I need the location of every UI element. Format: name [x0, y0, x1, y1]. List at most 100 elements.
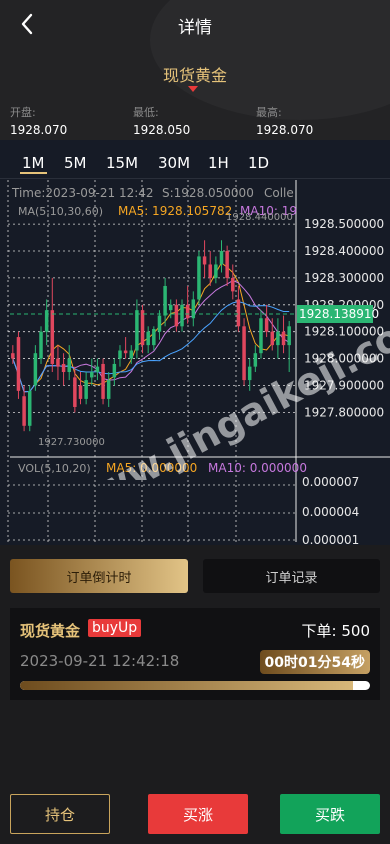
progress-bar [20, 681, 370, 690]
candle-body [27, 390, 32, 426]
info-time: Time:2023-09-21 12:42 [11, 186, 154, 200]
candle-body [202, 256, 207, 265]
stat-open-value: 1928.070 [10, 123, 68, 137]
tab-1m[interactable]: 1M [20, 154, 47, 174]
candle-body [123, 350, 128, 354]
vol-ma10: MA10: 0.000000 [208, 461, 307, 475]
vol-tick-2: 0.000004 [302, 505, 359, 519]
candle-body [78, 385, 83, 399]
tab-5m[interactable]: 5M [62, 154, 89, 172]
symbol-name[interactable]: 现货黄金 [0, 62, 390, 86]
info-s: S:1928.050000 [162, 186, 254, 200]
candle-body [236, 299, 241, 327]
candle-body [16, 337, 21, 391]
candlestick-chart[interactable]: Time:2023-09-21 12:42 S:1928.050000 Coll… [0, 180, 390, 545]
candle-body [208, 264, 212, 278]
price-tick: 1928.300000 [304, 271, 384, 285]
candle-body [197, 256, 201, 300]
candle-body [101, 363, 105, 399]
candle-body [95, 366, 100, 373]
order-product: 现货黄金 [20, 622, 81, 640]
candle-body [174, 304, 179, 327]
candle-body [33, 353, 38, 386]
candle-body [180, 304, 184, 327]
ma-lines [12, 262, 290, 393]
vol-ma5: MA5: 0.000000 [106, 461, 197, 475]
candle-body [22, 396, 26, 426]
candle-body [191, 299, 196, 319]
candle-body [219, 251, 224, 265]
price-tick: 1927.900000 [304, 378, 384, 392]
candle-body [90, 372, 94, 378]
candle-body [140, 310, 145, 346]
ma5-line [12, 262, 290, 393]
price-tick: 1928.100000 [304, 325, 384, 339]
countdown-badge: 00时01分54秒 [259, 650, 370, 674]
candle-body [106, 380, 111, 399]
hold-button[interactable]: 持仓 [10, 794, 110, 834]
candle-body [231, 277, 235, 292]
tab-1h[interactable]: 1H [206, 154, 231, 172]
vol-label: VOL(5,10,20) [18, 462, 91, 475]
stat-high-value: 1928.070 [256, 123, 314, 137]
candle-body [168, 304, 173, 311]
buy-down-button[interactable]: 买跌 [280, 794, 380, 834]
candle-body [264, 318, 269, 332]
candle-body [242, 326, 246, 381]
tab-15m[interactable]: 15M [104, 154, 140, 172]
stat-low-value: 1928.050 [133, 123, 191, 137]
candle-body [281, 331, 286, 346]
header: 详情 现货黄金 开盘: 1928.070 最低: 1928.050 最高: 19… [0, 0, 390, 140]
tab-1d[interactable]: 1D [246, 154, 271, 172]
order-amount-value: 500 [341, 622, 370, 640]
candle-body [11, 353, 15, 359]
candle-body [214, 264, 218, 278]
timeframe-divider [0, 178, 390, 179]
price-tick: 1928.400000 [304, 244, 384, 258]
candle-body [157, 315, 162, 332]
info-colle: Colle [264, 186, 294, 200]
countdown-tab-button[interactable]: 订单倒计时 [10, 559, 188, 593]
candle-body [84, 380, 88, 399]
price-tick: 1928.500000 [304, 217, 384, 231]
tab-30m[interactable]: 30M [156, 154, 192, 172]
candle-body [39, 331, 43, 359]
high-marker: 1928.440000 [226, 212, 293, 223]
vol-tick-3: 0.000001 [302, 533, 359, 545]
volume-grid [8, 484, 296, 541]
candle-body [247, 366, 252, 381]
stat-high-label: 最高: [256, 106, 282, 119]
candle-body [112, 363, 117, 378]
candle-body [253, 353, 258, 367]
order-time: 2023-09-21 12:42:18 [20, 652, 180, 670]
ma-label: MA(5,10,30,60) [18, 205, 103, 218]
price-tick: 1927.800000 [304, 405, 384, 419]
stat-low: 最低: 1928.050 [133, 104, 190, 137]
order-amount: 下单: 500 [302, 620, 370, 641]
direction-badge: buyUp [88, 619, 142, 637]
progress-fill [20, 681, 353, 690]
stat-low-label: 最低: [133, 106, 159, 119]
dropdown-triangle-icon[interactable] [188, 86, 198, 92]
candle-body [118, 350, 122, 359]
candle-body [163, 285, 167, 316]
records-tab-button[interactable]: 订单记录 [203, 559, 380, 593]
candle-body [152, 329, 156, 346]
candle-body [146, 331, 150, 346]
candle-body [73, 377, 77, 407]
candle-body [50, 310, 55, 364]
candle-body [135, 310, 139, 351]
candle-body [287, 326, 291, 346]
current-price: 1928.138910 [299, 307, 379, 321]
stat-open-label: 开盘: [10, 106, 36, 119]
candle-body [61, 363, 66, 373]
buy-up-button[interactable]: 买涨 [148, 794, 248, 834]
candle-body [270, 331, 275, 346]
candle-body [56, 358, 60, 367]
order-amount-label: 下单: [301, 622, 337, 640]
candle-body [67, 358, 71, 373]
candle-body [225, 251, 229, 278]
stat-open: 开盘: 1928.070 [10, 104, 67, 137]
candle-body [185, 304, 190, 319]
candle-body [259, 318, 263, 354]
